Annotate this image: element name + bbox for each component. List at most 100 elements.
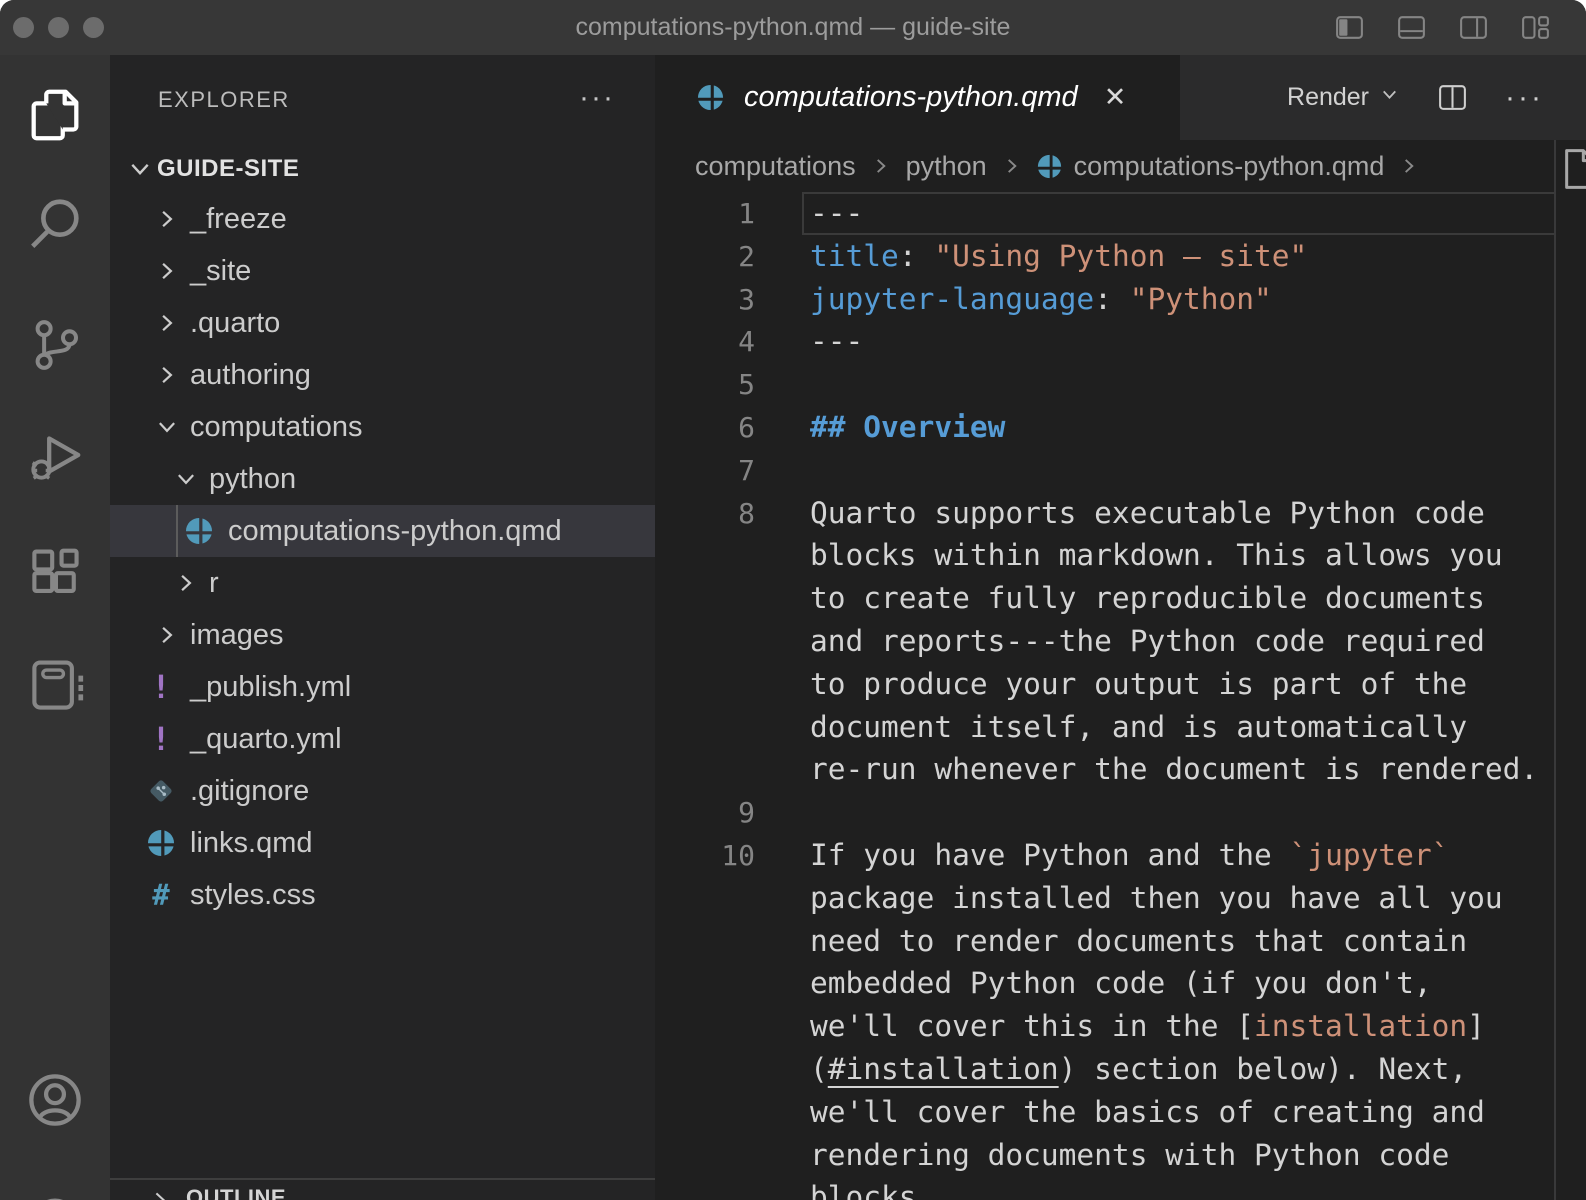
layout-sidebar-left-icon[interactable] <box>1333 11 1366 44</box>
sidebar-item-computations-python-qmd[interactable]: computations-python.qmd <box>110 505 655 557</box>
more-actions-icon[interactable]: ··· <box>1505 81 1544 115</box>
code-text: embedded Python code (if you don't, <box>755 962 1432 1005</box>
scrollbar[interactable] <box>1554 140 1556 1200</box>
code-line[interactable]: 9 <box>655 791 1586 834</box>
sidebar-item-r[interactable]: r <box>110 557 655 609</box>
line-number <box>655 620 755 663</box>
close-tab-icon[interactable]: ✕ <box>1104 82 1127 113</box>
code-line[interactable]: 7 <box>655 449 1586 492</box>
code-line[interactable]: and reports---the Python code required <box>655 620 1586 663</box>
sidebar-item--quarto[interactable]: .quarto <box>110 297 655 349</box>
line-number <box>655 1048 755 1091</box>
activity-run-debug-icon[interactable] <box>23 423 87 487</box>
outline-label: OUTLINE <box>186 1185 286 1200</box>
code-line[interactable]: (#installation) section below). Next, <box>655 1048 1586 1091</box>
quarto-file-icon <box>146 828 176 858</box>
code-text: If you have Python and the `jupyter` <box>755 834 1449 877</box>
code-line[interactable]: 8Quarto supports executable Python code <box>655 492 1586 535</box>
activity-extensions-icon[interactable] <box>23 543 87 607</box>
activity-search-icon[interactable] <box>23 193 87 257</box>
breadcrumb-item[interactable]: python <box>906 151 987 182</box>
outline-section[interactable]: OUTLINE <box>110 1178 655 1200</box>
code-line[interactable]: blocks within markdown. This allows you <box>655 534 1586 577</box>
sidebar-item-authoring[interactable]: authoring <box>110 349 655 401</box>
code-line[interactable]: need to render documents that contain <box>655 920 1586 963</box>
code-line[interactable]: we'll cover the basics of creating and <box>655 1091 1586 1134</box>
code-line[interactable]: re-run whenever the document is rendered… <box>655 748 1586 791</box>
code-line[interactable]: 4--- <box>655 320 1586 363</box>
code-line[interactable]: 1--- <box>655 192 1586 235</box>
activity-notebook-icon[interactable] <box>23 653 87 717</box>
sidebar-item--site[interactable]: _site <box>110 245 655 297</box>
render-button[interactable]: Render <box>1287 83 1400 112</box>
code-line[interactable]: 5 <box>655 363 1586 406</box>
code-line[interactable]: document itself, and is automatically <box>655 706 1586 749</box>
sidebar-item-computations[interactable]: computations <box>110 401 655 453</box>
layout-sidebar-right-icon[interactable] <box>1457 11 1490 44</box>
line-number <box>655 1005 755 1048</box>
code-line[interactable]: to create fully reproducible documents <box>655 577 1586 620</box>
breadcrumb: computations python computations-python.… <box>655 140 1586 192</box>
code-line[interactable]: 10If you have Python and the `jupyter` <box>655 834 1586 877</box>
file-label: computations <box>190 401 363 453</box>
sidebar-item--gitignore[interactable]: .gitignore <box>110 765 655 817</box>
activity-settings-icon[interactable] <box>23 1188 87 1200</box>
line-number <box>655 534 755 577</box>
line-number: 3 <box>655 278 755 321</box>
code-text <box>755 449 810 492</box>
code-text: --- <box>755 320 863 363</box>
code-line[interactable]: embedded Python code (if you don't, <box>655 962 1586 1005</box>
code-text: to produce your output is part of the <box>755 663 1467 706</box>
activity-account-icon[interactable] <box>23 1068 87 1132</box>
code-line[interactable]: we'll cover this in the [installation] <box>655 1005 1586 1048</box>
code-text: we'll cover this in the [installation] <box>755 1005 1485 1048</box>
line-number: 9 <box>655 791 755 834</box>
code-text: ## Overview <box>755 406 1005 449</box>
code-text: title: "Using Python — site" <box>755 235 1307 278</box>
sidebar-item--quarto-yml[interactable]: !_quarto.yml <box>110 713 655 765</box>
breadcrumb-item[interactable]: computations-python.qmd <box>1074 151 1385 182</box>
file-label: links.qmd <box>190 817 313 869</box>
chevron-down-icon <box>154 414 180 448</box>
activity-source-control-icon[interactable] <box>23 313 87 377</box>
chevron-down-icon <box>173 466 199 500</box>
sidebar-item-images[interactable]: images <box>110 609 655 661</box>
chevron-right-icon <box>870 155 892 177</box>
split-editor-icon[interactable] <box>1436 81 1469 114</box>
sidebar-item-root-folder[interactable]: GUIDE-SITE <box>110 145 655 193</box>
code-line[interactable]: to produce your output is part of the <box>655 663 1586 706</box>
layout-customize-icon[interactable] <box>1519 11 1552 44</box>
sidebar-item--publish-yml[interactable]: !_publish.yml <box>110 661 655 713</box>
code-text: we'll cover the basics of creating and <box>755 1091 1485 1134</box>
explorer-more-icon[interactable]: ··· <box>579 55 615 141</box>
code-text: blocks <box>755 1176 917 1200</box>
breadcrumb-item[interactable]: computations <box>695 151 856 182</box>
sidebar-item-styles-css[interactable]: #styles.css <box>110 869 655 921</box>
code-editor[interactable]: 1---2title: "Using Python — site"3jupyte… <box>655 192 1586 1200</box>
current-line-highlight <box>802 192 1556 235</box>
code-line[interactable]: 3jupyter-language: "Python" <box>655 278 1586 321</box>
chevron-right-icon <box>154 206 180 240</box>
code-line[interactable]: package installed then you have all you <box>655 877 1586 920</box>
sidebar-item--freeze[interactable]: _freeze <box>110 193 655 245</box>
activity-explorer-icon[interactable] <box>23 83 87 147</box>
layout-panel-icon[interactable] <box>1395 11 1428 44</box>
line-number <box>655 706 755 749</box>
indent-guide <box>176 505 178 557</box>
code-line[interactable]: rendering documents with Python code <box>655 1134 1586 1177</box>
vscode-window: computations-python.qmd — guide-site EXP… <box>0 0 1586 1200</box>
titlebar[interactable]: computations-python.qmd — guide-site <box>0 0 1586 55</box>
code-line[interactable]: 2title: "Using Python — site" <box>655 235 1586 278</box>
sidebar-item-python[interactable]: python <box>110 453 655 505</box>
line-number: 5 <box>655 363 755 406</box>
tab-computations-python[interactable]: computations-python.qmd ✕ <box>655 55 1180 140</box>
sidebar-item-links-qmd[interactable]: links.qmd <box>110 817 655 869</box>
sidebar-header: EXPLORER ··· <box>110 55 655 145</box>
editor-group: computations-python.qmd ✕ Render ··· com… <box>655 55 1586 1200</box>
explorer-sidebar: EXPLORER ··· GUIDE-SITE _freeze_site.qua… <box>110 55 655 1200</box>
code-line[interactable]: blocks <box>655 1176 1586 1200</box>
line-number <box>655 1134 755 1177</box>
chevron-right-icon <box>154 310 180 344</box>
code-line[interactable]: 6## Overview <box>655 406 1586 449</box>
line-number <box>655 1091 755 1134</box>
